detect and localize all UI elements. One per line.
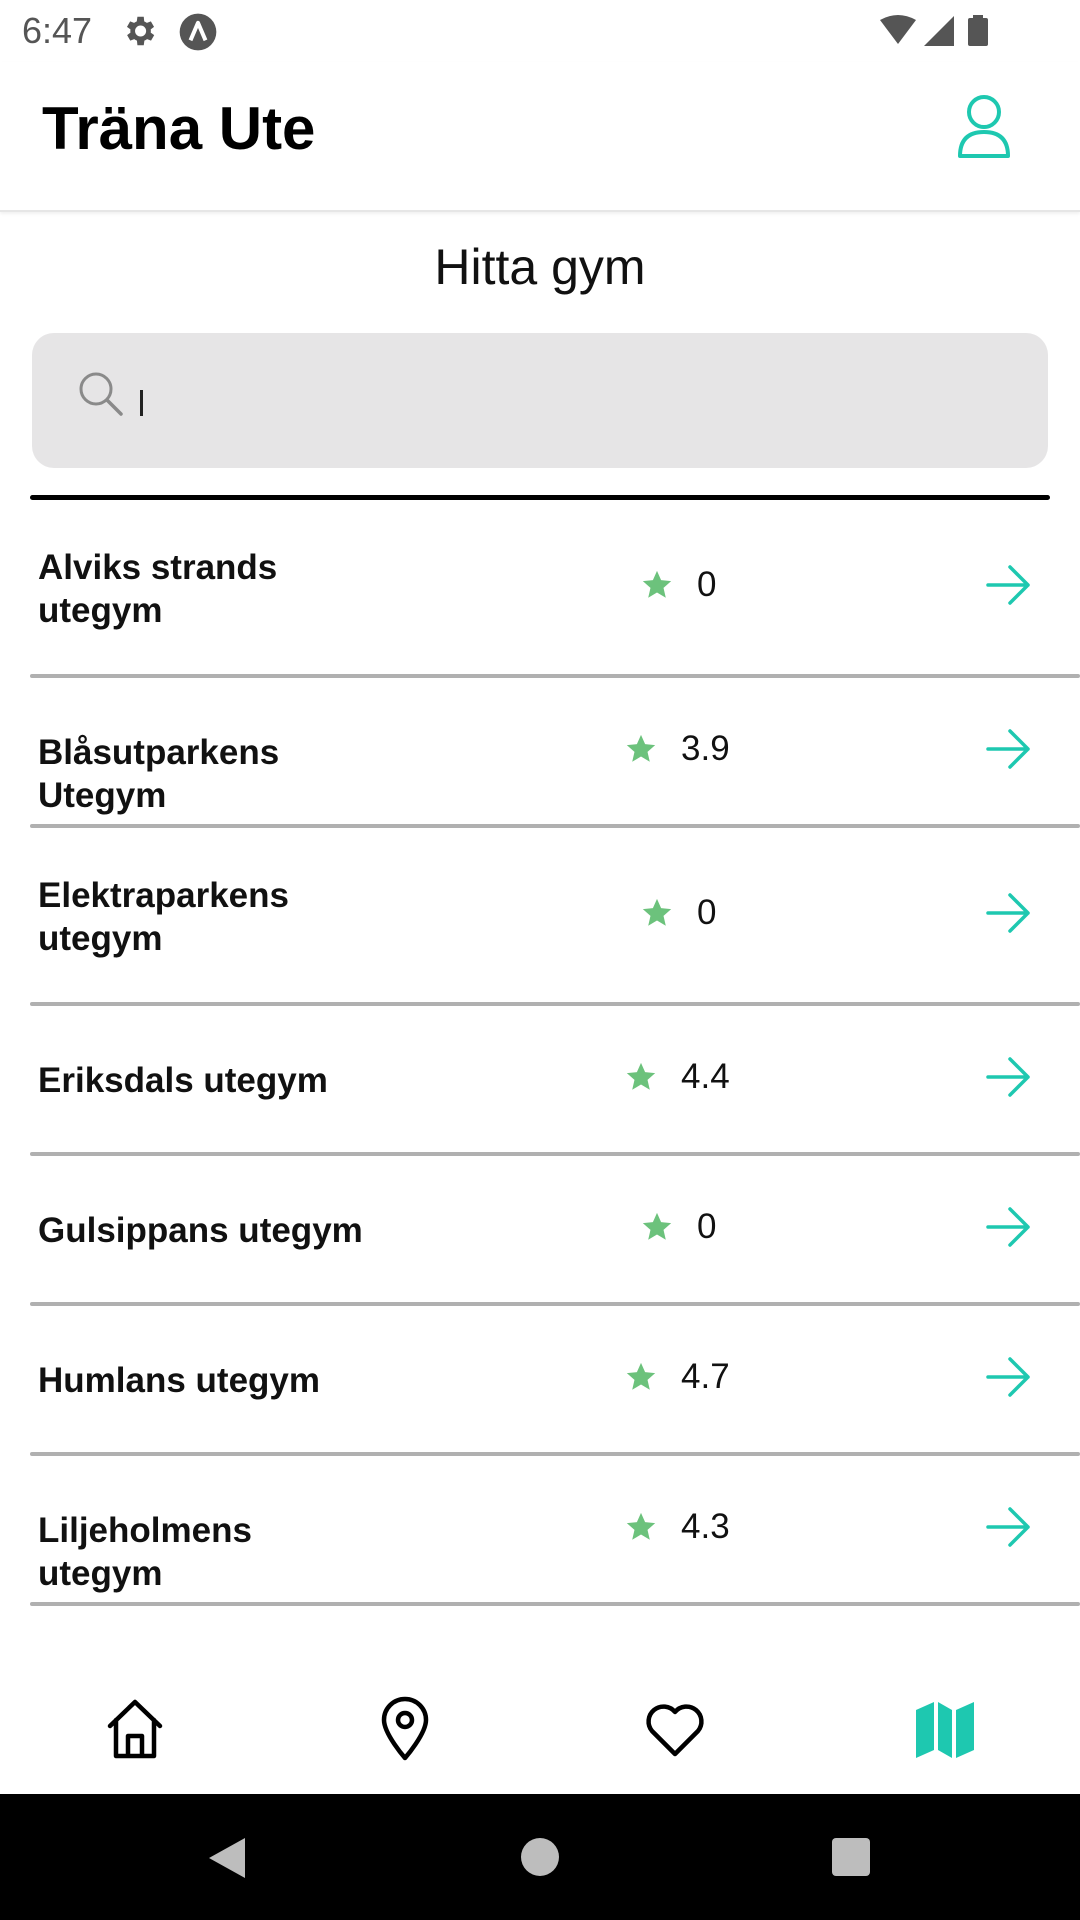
search-input[interactable] — [138, 371, 1018, 431]
search-icon — [79, 372, 123, 416]
recent-apps-icon[interactable] — [832, 1838, 870, 1876]
back-icon[interactable] — [205, 1834, 249, 1882]
gym-list-item[interactable]: Alviks strands utegym 0 — [0, 500, 1080, 678]
gym-rating: 0 — [697, 893, 717, 932]
search-bar[interactable] — [32, 333, 1048, 468]
gym-name: Humlans utegym — [38, 1361, 320, 1400]
star-icon — [626, 1062, 656, 1090]
arrow-right-icon[interactable] — [984, 1202, 1034, 1252]
star-icon — [642, 1212, 672, 1240]
wifi-icon — [880, 15, 916, 44]
page-title: Hitta gym — [434, 239, 646, 295]
gym-name: Alviks strands utegym — [38, 548, 278, 630]
profile-icon[interactable] — [956, 92, 1012, 160]
home-icon[interactable] — [102, 1696, 168, 1762]
arrow-right-icon[interactable] — [984, 1502, 1034, 1552]
star-icon — [626, 1512, 656, 1540]
gym-name: Liljeholmens utegym — [38, 1511, 252, 1593]
app-notification-icon — [179, 13, 217, 51]
arrow-right-icon[interactable] — [984, 1352, 1034, 1402]
row-divider — [30, 1602, 1080, 1606]
signal-icon — [924, 16, 954, 46]
gym-rating: 3.9 — [681, 729, 730, 768]
gym-rating: 0 — [697, 565, 717, 604]
gym-name: Blåsutparkens Utegym — [38, 733, 280, 815]
star-icon — [642, 570, 672, 598]
settings-gear-icon — [126, 16, 155, 46]
gym-list-item[interactable]: Liljeholmens utegym 4.3 — [0, 1456, 1080, 1606]
gym-list: Alviks strands utegym 0 Blåsutparkens Uteg… — [0, 500, 1080, 1664]
status-time: 6:47 — [22, 10, 93, 51]
app-title: Träna Ute — [42, 95, 316, 162]
bottom-navigation — [0, 1664, 1080, 1794]
star-icon — [626, 734, 656, 762]
status-icons — [880, 15, 988, 46]
gym-rating: 4.4 — [681, 1057, 730, 1096]
gym-rating: 4.3 — [681, 1507, 730, 1546]
home-button-icon[interactable] — [521, 1838, 559, 1876]
system-navigation-bar — [0, 1794, 1080, 1920]
gym-rating: 0 — [697, 1207, 717, 1246]
gym-rating: 4.7 — [681, 1357, 730, 1396]
star-icon — [626, 1362, 656, 1390]
gym-list-item[interactable]: Humlans utegym 4.7 — [0, 1306, 1080, 1456]
gym-name: Gulsippans utegym — [38, 1211, 363, 1250]
location-pin-icon[interactable] — [372, 1696, 438, 1762]
gym-list-item[interactable]: Blåsutparkens Utegym 3.9 — [0, 678, 1080, 828]
status-bar: 6:47 — [0, 0, 1080, 62]
gym-list-item[interactable]: Elektraparkens utegym 0 — [0, 828, 1080, 1006]
battery-icon — [968, 18, 988, 46]
heart-icon[interactable] — [642, 1696, 708, 1762]
gym-list-item[interactable]: Eriksdals utegym 4.4 — [0, 1006, 1080, 1156]
arrow-right-icon[interactable] — [984, 888, 1034, 938]
gym-name: Elektraparkens utegym — [38, 876, 289, 958]
text-cursor — [140, 390, 143, 416]
arrow-right-icon[interactable] — [984, 560, 1034, 610]
map-icon[interactable] — [912, 1696, 978, 1762]
app-bar: Träna Ute — [0, 62, 1080, 212]
star-icon — [642, 898, 672, 926]
gym-name: Eriksdals utegym — [38, 1061, 328, 1100]
arrow-right-icon[interactable] — [984, 1052, 1034, 1102]
gym-list-item[interactable]: Gulsippans utegym 0 — [0, 1156, 1080, 1306]
arrow-right-icon[interactable] — [984, 724, 1034, 774]
